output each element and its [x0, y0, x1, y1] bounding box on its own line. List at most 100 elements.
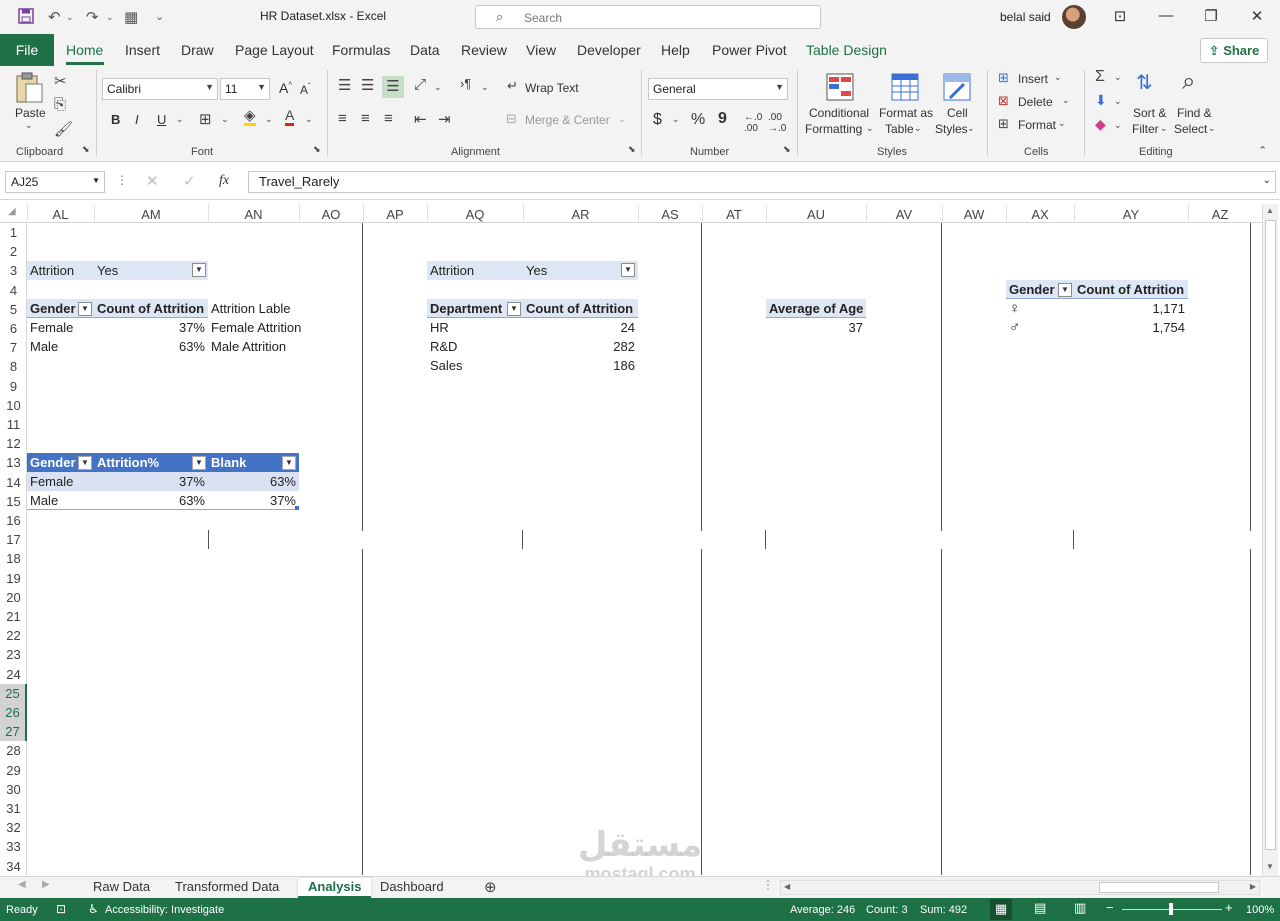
alignment-launcher-icon[interactable]: ⬊	[628, 144, 636, 155]
format-as-table-label-2[interactable]: Table	[885, 122, 914, 136]
column-header[interactable]: AU	[766, 207, 866, 222]
format-cells-icon[interactable]: ⊞	[998, 116, 1009, 132]
restore-icon[interactable]: ❐	[1201, 7, 1221, 25]
tab-insert[interactable]: Insert	[125, 42, 160, 58]
row-header[interactable]: 18	[0, 549, 27, 568]
cell-styles-label-2[interactable]: Styles	[935, 122, 968, 136]
form-icon[interactable]: ▦	[124, 8, 138, 26]
row-header[interactable]: 4	[0, 281, 27, 300]
row-header[interactable]: 9	[0, 377, 27, 396]
decrease-decimal-icon[interactable]: .00 →.0	[768, 112, 786, 134]
conditional-formatting-label[interactable]: Conditional	[809, 106, 869, 120]
ribbon-display-options-icon[interactable]: ⊡	[1110, 7, 1130, 25]
scroll-tabs-left-icon[interactable]: ◀	[18, 879, 26, 890]
increase-font-icon[interactable]: A^	[279, 80, 292, 96]
search-box[interactable]: ⌕ Search	[475, 5, 821, 29]
dropdown-icon[interactable]: ▼	[1058, 283, 1072, 297]
share-button[interactable]: ⇪ Share	[1200, 38, 1268, 63]
row-header[interactable]: 10	[0, 396, 27, 415]
zoom-out-icon[interactable]: −	[1106, 900, 1114, 915]
column-header[interactable]: AX	[1006, 207, 1074, 222]
format-dropdown-icon[interactable]: ⌄	[1058, 118, 1066, 129]
table1-cell[interactable]: 37%	[208, 491, 299, 510]
row-header[interactable]: 16	[0, 511, 27, 530]
format-as-table-label[interactable]: Format as	[879, 106, 933, 120]
align-middle-icon[interactable]: ☰	[361, 76, 374, 94]
vertical-scroll-thumb[interactable]	[1265, 220, 1276, 850]
row-header[interactable]: 12	[0, 434, 27, 453]
horizontal-scroll-thumb[interactable]	[1099, 882, 1219, 893]
font-color-dropdown-icon[interactable]: ⌄	[305, 114, 313, 125]
zoom-level[interactable]: 100%	[1246, 904, 1274, 916]
cell-styles-dropdown-icon[interactable]: ⌄	[967, 123, 975, 134]
conditional-formatting-label-2[interactable]: Formatting	[805, 122, 862, 136]
delete-cells-icon[interactable]: ⊠	[998, 93, 1009, 109]
clear-dropdown-icon[interactable]: ⌄	[1114, 120, 1122, 131]
tab-review[interactable]: Review	[461, 42, 507, 58]
zoom-in-icon[interactable]: +	[1225, 900, 1233, 915]
accessibility-icon[interactable]: ♿	[88, 902, 99, 916]
row-header[interactable]: 30	[0, 780, 27, 799]
tab-draw[interactable]: Draw	[181, 42, 214, 58]
table1-cell[interactable]: Male	[27, 491, 61, 510]
row-header[interactable]: 32	[0, 818, 27, 837]
user-name[interactable]: belal said	[1000, 10, 1051, 24]
insert-dropdown-icon[interactable]: ⌄	[1054, 72, 1062, 83]
row-header[interactable]: 2	[0, 242, 27, 261]
scroll-down-icon[interactable]: ▼	[1266, 862, 1274, 871]
currency-button[interactable]: $	[653, 111, 662, 129]
find-select-label-2[interactable]: Select	[1174, 122, 1207, 136]
orientation-dropdown-icon[interactable]: ⌄	[434, 82, 442, 93]
font-launcher-icon[interactable]: ⬊	[313, 144, 321, 155]
confirm-entry-icon[interactable]: ✓	[183, 172, 196, 190]
row-header[interactable]: 5	[0, 300, 27, 319]
find-select-label[interactable]: Find &	[1177, 106, 1212, 120]
clipboard-launcher-icon[interactable]: ⬊	[82, 144, 90, 155]
select-all-icon[interactable]: ◢	[8, 206, 16, 217]
sort-filter-label[interactable]: Sort &	[1133, 106, 1166, 120]
row-header[interactable]: 19	[0, 569, 27, 588]
underline-dropdown-icon[interactable]: ⌄	[176, 114, 184, 125]
dropdown-icon[interactable]: ▼	[507, 302, 521, 316]
minimize-icon[interactable]: —	[1156, 7, 1176, 24]
tab-power-pivot[interactable]: Power Pivot	[712, 42, 787, 58]
find-dropdown-icon[interactable]: ⌄	[1208, 123, 1216, 134]
decrease-indent-icon[interactable]: ⇤	[414, 110, 427, 128]
save-icon[interactable]	[18, 8, 34, 28]
undo-dropdown-icon[interactable]: ⌄	[66, 12, 74, 23]
row-header[interactable]: 28	[0, 741, 27, 760]
filter-icon[interactable]: ▼	[192, 263, 206, 277]
insert-function-icon[interactable]: fx	[219, 173, 229, 189]
percent-button[interactable]: %	[691, 111, 705, 129]
copy-icon[interactable]: ⎘	[54, 96, 66, 113]
new-sheet-icon[interactable]: ⊕	[484, 878, 497, 896]
align-center-icon[interactable]: ≡	[361, 110, 370, 127]
clear-icon[interactable]: ◆	[1095, 116, 1106, 133]
expand-formula-icon[interactable]: ⌄	[1263, 175, 1271, 186]
tab-developer[interactable]: Developer	[577, 42, 641, 58]
tab-table-design[interactable]: Table Design	[806, 42, 887, 58]
cancel-entry-icon[interactable]: ✕	[146, 172, 159, 190]
column-header[interactable]: AN	[208, 207, 299, 222]
close-icon[interactable]: ✕	[1247, 7, 1267, 25]
sheet-tab-raw-data[interactable]: Raw Data	[83, 878, 160, 898]
tab-help[interactable]: Help	[661, 42, 690, 58]
tab-page-layout[interactable]: Page Layout	[235, 42, 314, 58]
accessibility-status[interactable]: Accessibility: Investigate	[105, 904, 224, 916]
row-header[interactable]: 1	[0, 223, 27, 242]
row-header[interactable]: 33	[0, 837, 27, 856]
zoom-slider-thumb[interactable]	[1169, 903, 1173, 915]
row-header[interactable]: 8	[0, 357, 27, 376]
increase-decimal-icon[interactable]: ←.0.00	[744, 112, 762, 134]
borders-dropdown-icon[interactable]: ⌄	[221, 114, 229, 125]
page-layout-view-icon[interactable]: ▤	[1034, 900, 1046, 916]
column-header[interactable]: AP	[363, 207, 427, 222]
column-header[interactable]: AO	[299, 207, 363, 222]
horizontal-scrollbar[interactable]: ◀ ▶	[780, 880, 1260, 895]
delete-dropdown-icon[interactable]: ⌄	[1062, 95, 1070, 106]
merge-center-button[interactable]: Merge & Center	[525, 113, 610, 127]
row-header[interactable]: 15	[0, 492, 27, 511]
row-header[interactable]: 27	[0, 722, 27, 742]
insert-cells-icon[interactable]: ⊞	[998, 70, 1009, 86]
merge-center-icon[interactable]: ⊟	[506, 111, 517, 127]
